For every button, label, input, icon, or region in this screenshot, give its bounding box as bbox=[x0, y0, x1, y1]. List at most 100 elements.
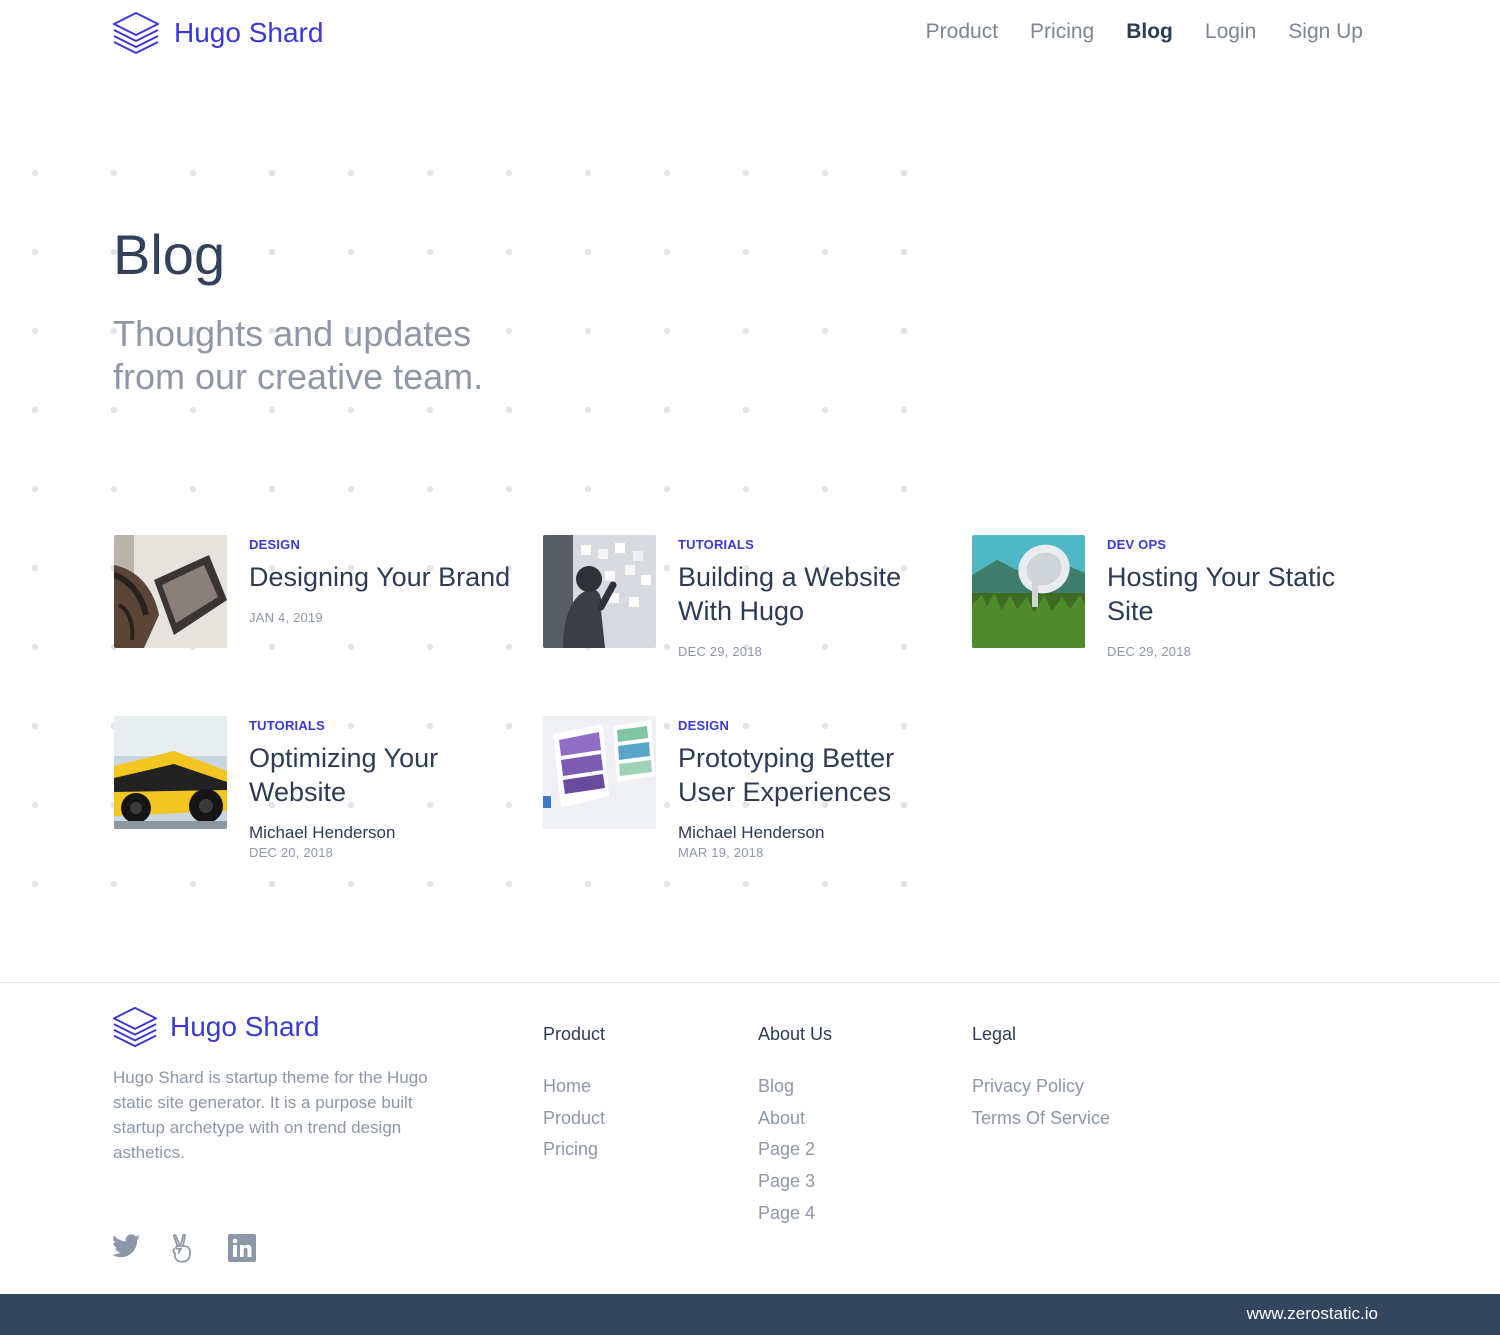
post-title[interactable]: Designing Your Brand bbox=[249, 560, 519, 594]
footer-link-home[interactable]: Home bbox=[543, 1071, 605, 1103]
pattern-dot bbox=[584, 248, 592, 256]
angellist-icon[interactable] bbox=[170, 1233, 198, 1263]
footer-column-product: Product Home Product Pricing bbox=[543, 1024, 605, 1166]
footer-link-page-4[interactable]: Page 4 bbox=[758, 1198, 832, 1230]
twitter-icon[interactable] bbox=[112, 1234, 140, 1262]
satellite-dish-field-image[interactable] bbox=[972, 535, 1085, 648]
post-title[interactable]: Hosting Your Static Site bbox=[1107, 560, 1377, 628]
pattern-dot bbox=[663, 169, 671, 177]
pattern-dot bbox=[900, 406, 908, 414]
pattern-dot bbox=[505, 169, 513, 177]
post-date: DEC 29, 2018 bbox=[678, 644, 763, 659]
pattern-dot bbox=[31, 801, 39, 809]
pattern-dot bbox=[110, 406, 118, 414]
footer-column-about: About Us Blog About Page 2 Page 3 Page 4 bbox=[758, 1024, 832, 1230]
pattern-dot bbox=[821, 248, 829, 256]
footer-link-about[interactable]: About bbox=[758, 1103, 832, 1135]
brand-logo-link[interactable]: Hugo Shard bbox=[112, 10, 323, 56]
pattern-dot bbox=[268, 485, 276, 493]
pattern-dot bbox=[663, 880, 671, 888]
footer-brand-link[interactable]: Hugo Shard bbox=[112, 1005, 319, 1049]
post-category[interactable]: TUTORIALS bbox=[249, 718, 519, 733]
pattern-dot bbox=[821, 169, 829, 177]
pattern-dot bbox=[426, 169, 434, 177]
footer-column-heading: Legal bbox=[972, 1024, 1017, 1044]
post-title[interactable]: Prototyping Better User Experiences bbox=[678, 741, 948, 809]
pattern-dot bbox=[31, 722, 39, 730]
pattern-dot bbox=[821, 485, 829, 493]
pattern-dot bbox=[31, 564, 39, 572]
post-card[interactable]: DEV OPS Hosting Your Static Site DEC 29,… bbox=[972, 535, 1372, 695]
pattern-dot bbox=[742, 169, 750, 177]
pattern-dot bbox=[268, 880, 276, 888]
post-title[interactable]: Building a Website With Hugo bbox=[678, 560, 948, 628]
nav-login[interactable]: Login bbox=[1205, 20, 1256, 44]
pattern-dot bbox=[426, 406, 434, 414]
pattern-dot bbox=[426, 248, 434, 256]
post-date: DEC 29, 2018 bbox=[1107, 644, 1192, 659]
tattooed-hands-sketching-image[interactable] bbox=[114, 535, 227, 648]
post-category[interactable]: TUTORIALS bbox=[678, 537, 948, 552]
pattern-dot bbox=[31, 248, 39, 256]
pattern-dot bbox=[110, 485, 118, 493]
footer-link-privacy[interactable]: Privacy Policy bbox=[972, 1071, 1110, 1103]
footer-link-page-2[interactable]: Page 2 bbox=[758, 1134, 832, 1166]
pattern-dot bbox=[31, 169, 39, 177]
pattern-dot bbox=[900, 248, 908, 256]
paper-prototypes-image[interactable] bbox=[543, 716, 656, 829]
footer-link-product[interactable]: Product bbox=[543, 1103, 605, 1135]
race-car-image[interactable] bbox=[114, 716, 227, 829]
pattern-dot bbox=[742, 880, 750, 888]
bottom-bar: www.zerostatic.io bbox=[0, 1294, 1500, 1335]
post-author[interactable]: Michael Henderson bbox=[249, 823, 519, 843]
pattern-dot bbox=[742, 248, 750, 256]
pattern-dot bbox=[821, 406, 829, 414]
pattern-dot bbox=[505, 485, 513, 493]
pattern-dot bbox=[584, 880, 592, 888]
pattern-dot bbox=[268, 248, 276, 256]
pattern-dot bbox=[110, 880, 118, 888]
linkedin-icon[interactable] bbox=[228, 1234, 256, 1262]
post-category[interactable]: DEV OPS bbox=[1107, 537, 1377, 552]
nav-signup[interactable]: Sign Up bbox=[1288, 20, 1363, 44]
nav-pricing[interactable]: Pricing bbox=[1030, 20, 1094, 44]
footer-link-blog[interactable]: Blog bbox=[758, 1071, 832, 1103]
pattern-dot bbox=[505, 248, 513, 256]
footer-link-terms[interactable]: Terms Of Service bbox=[972, 1103, 1110, 1135]
pattern-dot bbox=[347, 485, 355, 493]
pattern-dot bbox=[900, 485, 908, 493]
post-card[interactable]: TUTORIALS Building a Website With Hugo D… bbox=[543, 535, 943, 695]
footer-link-page-3[interactable]: Page 3 bbox=[758, 1166, 832, 1198]
post-card[interactable]: DESIGN Designing Your Brand JAN 4, 2019 bbox=[114, 535, 514, 695]
pattern-dot bbox=[821, 327, 829, 335]
post-date: DEC 20, 2018 bbox=[249, 845, 334, 860]
post-category[interactable]: DESIGN bbox=[678, 718, 948, 733]
pattern-dot bbox=[347, 406, 355, 414]
pattern-dot bbox=[584, 327, 592, 335]
pattern-dot bbox=[31, 643, 39, 651]
post-category[interactable]: DESIGN bbox=[249, 537, 519, 552]
pattern-dot bbox=[900, 880, 908, 888]
nav-product[interactable]: Product bbox=[926, 20, 998, 44]
person-at-sticky-note-wall-image[interactable] bbox=[543, 535, 656, 648]
post-author[interactable]: Michael Henderson bbox=[678, 823, 948, 843]
bottom-bar-site-link[interactable]: www.zerostatic.io bbox=[1247, 1304, 1378, 1324]
page-title: Blog bbox=[113, 223, 226, 286]
footer-column-heading: About Us bbox=[758, 1024, 833, 1044]
pattern-dot bbox=[189, 169, 197, 177]
footer-link-pricing[interactable]: Pricing bbox=[543, 1134, 605, 1166]
pattern-dot bbox=[663, 248, 671, 256]
post-title[interactable]: Optimizing Your Website bbox=[249, 741, 519, 809]
main-nav: Product Pricing Blog Login Sign Up bbox=[926, 20, 1363, 44]
nav-blog[interactable]: Blog bbox=[1126, 20, 1173, 44]
pattern-dot bbox=[31, 406, 39, 414]
post-card[interactable]: TUTORIALS Optimizing Your Website Michae… bbox=[114, 716, 514, 876]
pattern-dot bbox=[347, 169, 355, 177]
footer-column-heading: Product bbox=[543, 1024, 606, 1044]
brand-name: Hugo Shard bbox=[174, 17, 324, 48]
pattern-dot bbox=[900, 327, 908, 335]
pattern-dot bbox=[505, 880, 513, 888]
post-date: MAR 19, 2018 bbox=[678, 845, 764, 860]
post-card[interactable]: DESIGN Prototyping Better User Experienc… bbox=[543, 716, 943, 876]
pattern-dot bbox=[347, 248, 355, 256]
